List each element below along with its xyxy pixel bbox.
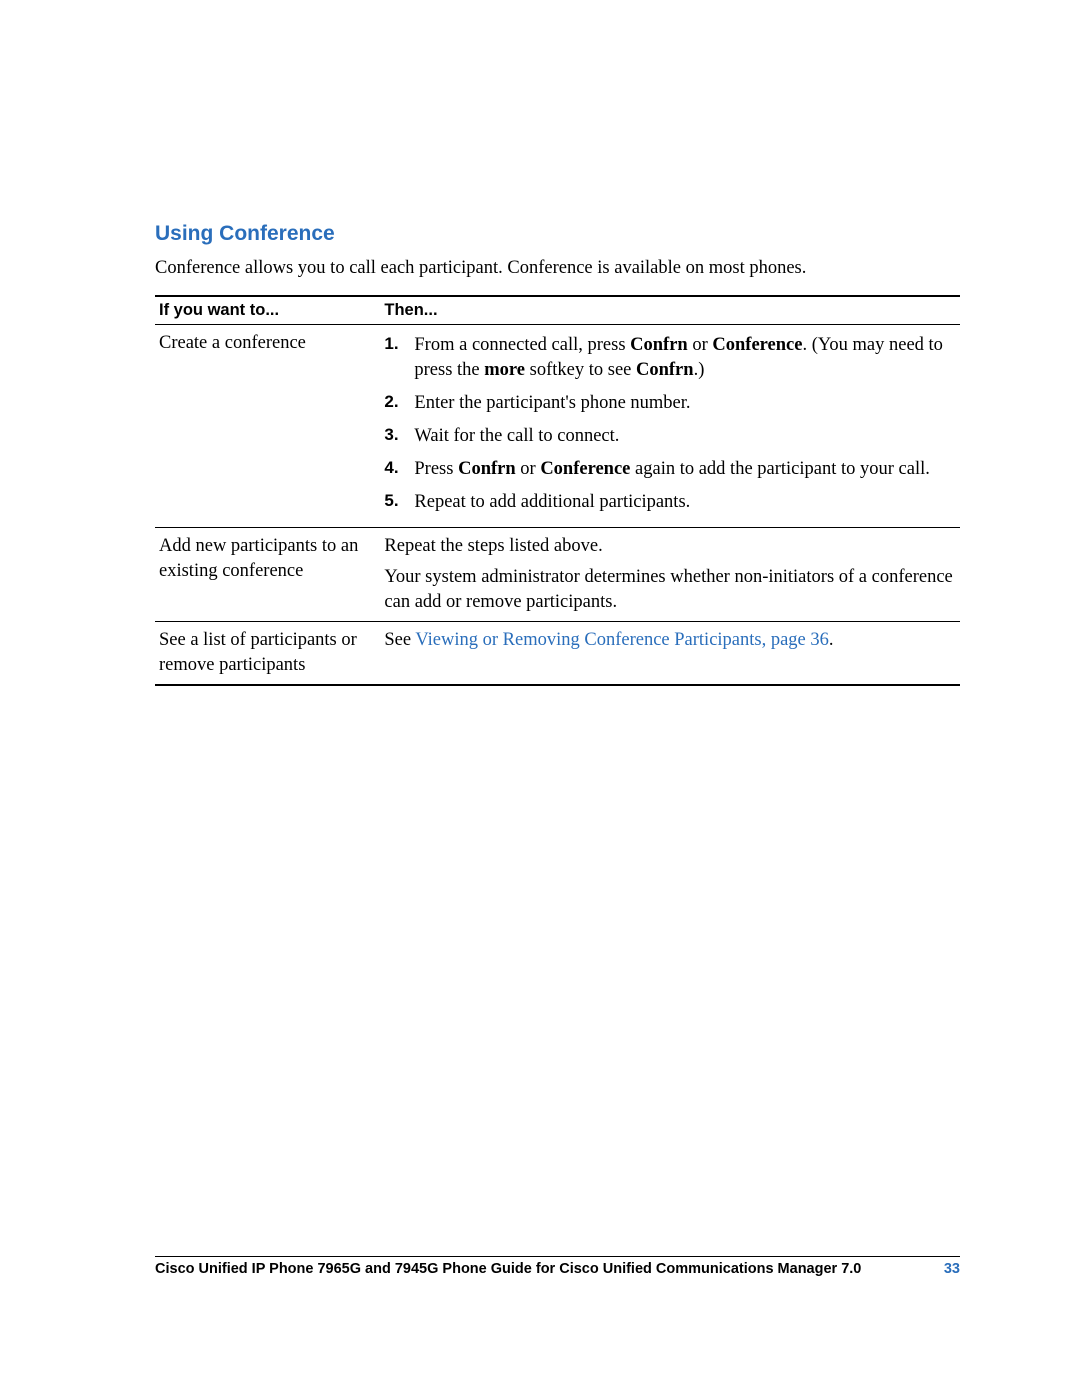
want-cell: See a list of participants or remove par… <box>155 621 380 684</box>
step-text: Press <box>414 459 458 479</box>
cross-reference-link[interactable]: Viewing or Removing Conference Participa… <box>415 630 829 650</box>
table-row: Create a conference From a connected cal… <box>155 324 960 527</box>
then-paragraph: Repeat the steps listed above. <box>384 534 954 559</box>
table-header-row: If you want to... Then... <box>155 296 960 325</box>
steps-list: From a connected call, press Confrn or C… <box>384 331 954 521</box>
table-row: See a list of participants or remove par… <box>155 621 960 684</box>
table-header-want: If you want to... <box>155 296 380 325</box>
then-cell: See Viewing or Removing Conference Parti… <box>380 621 960 684</box>
step-bold: more <box>484 360 525 380</box>
section-heading: Using Conference <box>155 222 960 246</box>
footer-doc-title: Cisco Unified IP Phone 7965G and 7945G P… <box>155 1261 861 1277</box>
table-row: Add new participants to an existing conf… <box>155 527 960 621</box>
then-cell: From a connected call, press Confrn or C… <box>380 324 960 527</box>
step-text: or <box>688 335 713 355</box>
step: Press Confrn or Conference again to add … <box>384 455 954 488</box>
want-cell: Add new participants to an existing conf… <box>155 527 380 621</box>
step: Repeat to add additional participants. <box>384 488 954 521</box>
then-text: See <box>384 630 415 650</box>
step: Enter the participant's phone number. <box>384 389 954 422</box>
step: Wait for the call to connect. <box>384 422 954 455</box>
step-text: again to add the participant to your cal… <box>630 459 930 479</box>
document-page: Using Conference Conference allows you t… <box>0 0 1080 1397</box>
step: From a connected call, press Confrn or C… <box>384 331 954 389</box>
page-footer: Cisco Unified IP Phone 7965G and 7945G P… <box>155 1256 960 1277</box>
step-bold: Conference <box>712 335 802 355</box>
table-header-then: Then... <box>380 296 960 325</box>
then-cell: Repeat the steps listed above. Your syst… <box>380 527 960 621</box>
step-text: .) <box>694 360 705 380</box>
instruction-table: If you want to... Then... Create a confe… <box>155 295 960 686</box>
then-text: . <box>829 630 834 650</box>
step-bold: Confrn <box>458 459 516 479</box>
intro-paragraph: Conference allows you to call each parti… <box>155 256 960 281</box>
step-text: softkey to see <box>525 360 636 380</box>
then-paragraph: Your system administrator determines whe… <box>384 565 954 615</box>
step-bold: Confrn <box>636 360 694 380</box>
step-bold: Confrn <box>630 335 688 355</box>
footer-page-number: 33 <box>944 1261 960 1277</box>
want-cell: Create a conference <box>155 324 380 527</box>
step-text: From a connected call, press <box>414 335 630 355</box>
step-text: or <box>516 459 541 479</box>
step-bold: Conference <box>540 459 630 479</box>
